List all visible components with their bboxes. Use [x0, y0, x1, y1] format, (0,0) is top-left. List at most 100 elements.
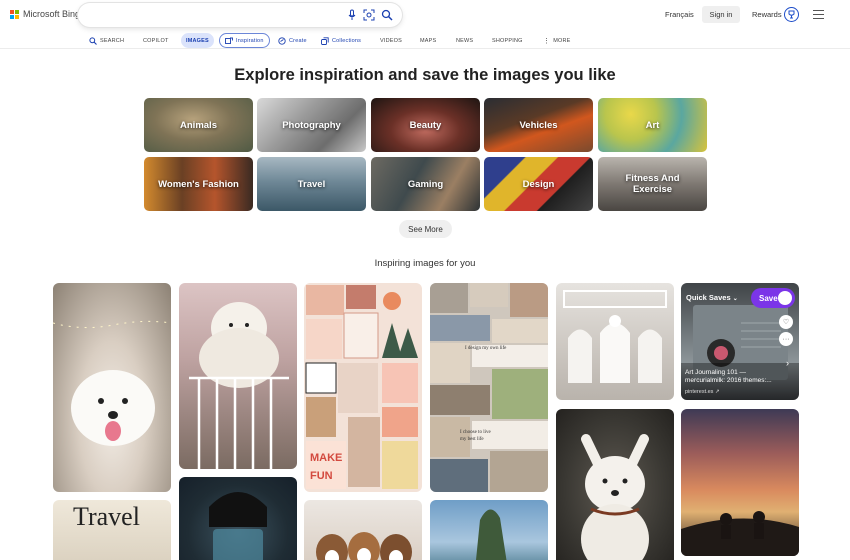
svg-text:I design my own life: I design my own life — [465, 346, 507, 351]
favorite-heart-icon[interactable]: ♡ — [779, 315, 793, 329]
tab-images[interactable]: IMAGES — [181, 33, 214, 48]
svg-text:I choose to live: I choose to live — [460, 430, 491, 435]
tab-collections-label: Collections — [332, 37, 362, 44]
section-subtitle: Inspiring images for you — [374, 258, 476, 269]
external-link-icon: ↗ — [714, 389, 720, 395]
category-label: Gaming — [407, 178, 444, 190]
image-card-westie[interactable] — [556, 409, 674, 560]
see-more-button[interactable]: See More — [399, 220, 452, 238]
tab-create-label: Create — [289, 37, 307, 44]
bing-logo[interactable]: Microsoft Bing — [10, 9, 80, 19]
category-label: Women's Fashion — [158, 178, 239, 190]
image-card-travel-text[interactable]: Travel — [53, 500, 171, 560]
puppies-illustration — [316, 532, 412, 560]
island-illustration — [476, 509, 507, 560]
collection-add-icon — [778, 291, 792, 305]
collage-illustration: MAKE FUN — [305, 285, 418, 489]
image-card-collage-pink[interactable]: MAKE FUN — [304, 283, 422, 492]
category-tile-vehicles[interactable]: Vehicles — [484, 98, 593, 152]
search-icon[interactable] — [381, 9, 393, 21]
tab-copilot-label: COPILOT — [143, 37, 169, 44]
tab-create[interactable]: Create — [278, 33, 307, 48]
quick-saves-dropdown[interactable]: Quick Saves ⌄ — [686, 293, 738, 302]
image-card-collage-neutral[interactable]: I design my own life I choose to live my… — [430, 283, 548, 492]
tab-maps-label: MAPS — [420, 37, 437, 44]
image-caption[interactable]: Art Journaling 101 — mercurialmilk: 2016… — [685, 369, 785, 385]
page-title: Explore inspiration and save the images … — [234, 66, 616, 84]
category-tile-travel[interactable]: Travel — [257, 157, 366, 211]
tab-copilot[interactable]: COPILOT — [143, 33, 169, 48]
more-options-icon[interactable]: ··· — [779, 332, 793, 346]
tab-inspiration[interactable]: Inspiration — [219, 33, 270, 48]
travel-card-text: Travel — [73, 502, 140, 531]
tab-more[interactable]: ⋮ MORE — [543, 33, 571, 48]
tab-inspiration-label: Inspiration — [236, 37, 264, 44]
search-input[interactable] — [78, 3, 402, 27]
vision-board-illustration: I design my own life I choose to live my… — [430, 283, 548, 492]
next-arrow-icon[interactable]: › — [786, 358, 789, 368]
category-tile-gaming[interactable]: Gaming — [371, 157, 480, 211]
image-card-island[interactable] — [430, 500, 548, 560]
tab-more-label: MORE — [553, 37, 571, 44]
source-domain: pinterest.es — [685, 389, 714, 395]
category-label: Vehicles — [519, 119, 558, 131]
image-card-sunset-guitar[interactable] — [681, 409, 799, 556]
jar-illustration — [209, 492, 267, 560]
category-label: Fitness And Exercise — [625, 173, 680, 195]
tab-images-label: IMAGES — [186, 37, 209, 44]
image-source[interactable]: pinterest.es ↗ — [685, 389, 720, 395]
microsoft-logo-icon — [10, 9, 19, 19]
tab-search[interactable]: SEARCH — [89, 33, 124, 48]
category-label: Travel — [297, 178, 326, 190]
sunset-guitar-illustration — [681, 511, 799, 556]
category-label: Beauty — [409, 119, 442, 131]
image-card-dog-gate[interactable] — [179, 283, 297, 469]
category-tile-design[interactable]: Design — [484, 157, 593, 211]
svg-text:MAKE: MAKE — [310, 452, 342, 464]
image-card-interior[interactable] — [556, 283, 674, 400]
rewards-trophy-icon[interactable] — [784, 7, 799, 22]
category-label: Art — [645, 119, 660, 131]
tab-news-label: NEWS — [456, 37, 474, 44]
more-dots-icon: ⋮ — [543, 37, 551, 45]
tab-shopping[interactable]: SHOPPING — [492, 33, 523, 48]
dog-gate-illustration — [189, 302, 289, 469]
tab-news[interactable]: NEWS — [456, 33, 473, 48]
search-icon — [89, 36, 97, 45]
tab-collections[interactable]: Collections — [321, 33, 361, 48]
image-card-dog-bed[interactable] — [53, 283, 171, 492]
dog-photo-illustration — [53, 320, 171, 446]
menu-icon[interactable] — [813, 10, 824, 19]
rewards-link[interactable]: Rewards — [752, 10, 782, 19]
chevron-down-icon: ⌄ — [732, 296, 738, 302]
tab-maps[interactable]: MAPS — [420, 33, 436, 48]
category-tile-womens-fashion[interactable]: Women's Fashion — [144, 157, 253, 211]
category-tile-animals[interactable]: Animals — [144, 98, 253, 152]
interior-illustration — [563, 290, 667, 383]
brand-name: Microsoft Bing — [23, 9, 81, 19]
visual-search-icon[interactable] — [363, 9, 375, 21]
westie-illustration — [581, 434, 649, 560]
svg-text:my best life: my best life — [460, 437, 484, 442]
language-link[interactable]: Français — [665, 10, 694, 19]
microphone-icon[interactable] — [346, 9, 358, 21]
svg-text:FUN: FUN — [310, 470, 333, 482]
create-icon — [278, 36, 286, 45]
save-button[interactable]: Save — [751, 288, 795, 308]
category-tile-beauty[interactable]: Beauty — [371, 98, 480, 152]
category-tile-art[interactable]: Art — [598, 98, 707, 152]
image-card-jar[interactable] — [179, 477, 297, 560]
tab-search-label: SEARCH — [100, 37, 125, 44]
category-tile-photography[interactable]: Photography — [257, 98, 366, 152]
sign-in-button[interactable]: Sign in — [702, 6, 740, 23]
save-button-label: Save — [759, 293, 778, 303]
quick-saves-label: Quick Saves — [686, 293, 731, 302]
nav-bar: SEARCH COPILOT IMAGES Inspiration Create… — [0, 33, 850, 49]
category-tile-fitness[interactable]: Fitness And Exercise — [598, 157, 707, 211]
tab-videos[interactable]: VIDEOS — [380, 33, 402, 48]
tab-videos-label: VIDEOS — [380, 37, 402, 44]
tab-shopping-label: SHOPPING — [492, 37, 523, 44]
image-card-puppies[interactable] — [304, 500, 422, 560]
category-label: Design — [522, 178, 555, 190]
collections-icon — [321, 36, 329, 45]
